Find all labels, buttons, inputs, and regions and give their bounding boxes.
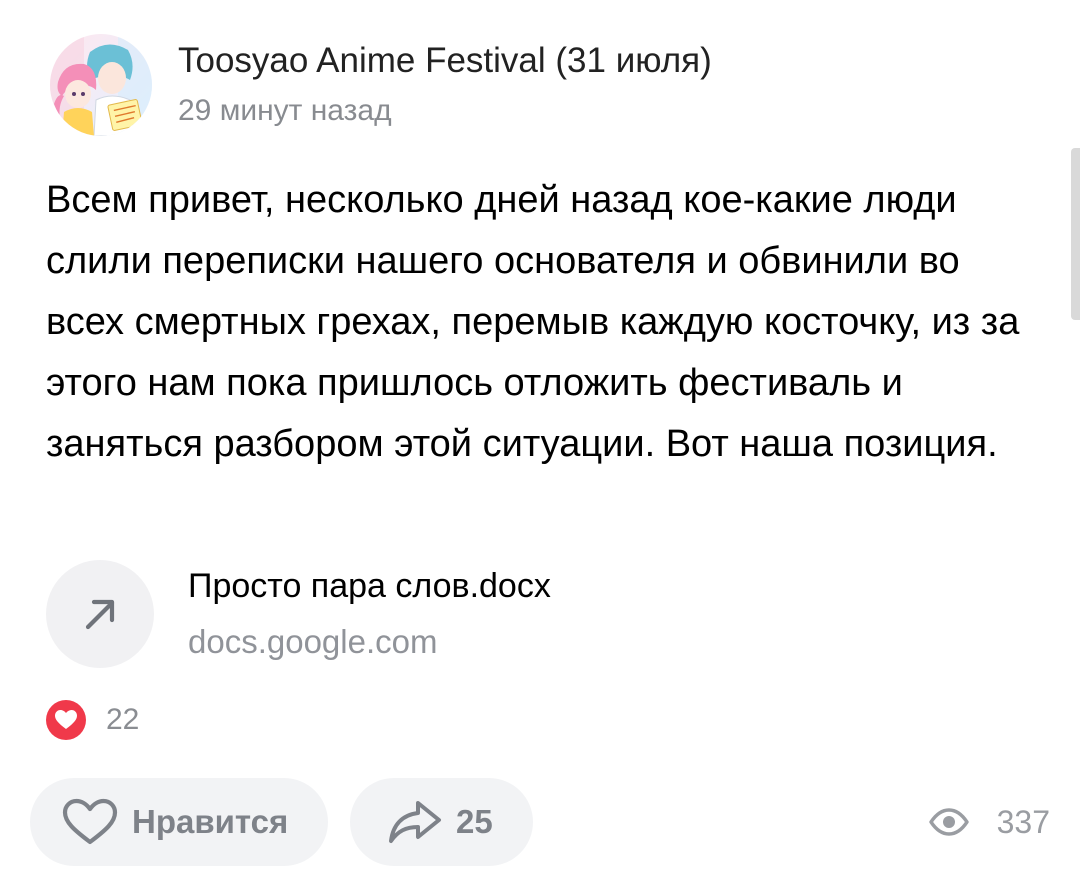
views-counter: 337: [928, 800, 1050, 844]
reactions-summary[interactable]: 22: [46, 700, 139, 740]
scrollbar[interactable]: [1071, 148, 1080, 320]
avatar-image: [50, 34, 152, 136]
heart-icon: [55, 710, 77, 729]
link-domain: docs.google.com: [188, 623, 438, 660]
like-button[interactable]: Нравится: [30, 778, 328, 866]
link-attachment[interactable]: Просто пара слов.docx docs.google.com: [46, 560, 551, 668]
eye-icon: [928, 808, 969, 836]
like-label: Нравится: [132, 803, 289, 840]
post-header: Toosyao Anime Festival (31 июля) 29 мину…: [50, 30, 712, 140]
post-text: Всем привет, несколько дней назад кое-ка…: [46, 179, 1020, 465]
heart-reaction-badge: [46, 700, 86, 740]
link-title[interactable]: Просто пара слов.docx: [188, 565, 551, 607]
share-button[interactable]: 25: [350, 778, 533, 866]
share-arrow-icon: [389, 801, 441, 843]
share-count: 25: [456, 803, 493, 840]
views-count: 337: [996, 803, 1050, 840]
reaction-count: 22: [106, 703, 140, 736]
heart-outline-icon: [62, 798, 118, 845]
channel-avatar[interactable]: [50, 34, 152, 136]
arrow-up-right-icon: [85, 599, 115, 630]
link-icon-circle: [46, 560, 154, 668]
channel-name[interactable]: Toosyao Anime Festival (31 июля): [178, 39, 712, 83]
post-timestamp: 29 минут назад: [178, 94, 392, 127]
